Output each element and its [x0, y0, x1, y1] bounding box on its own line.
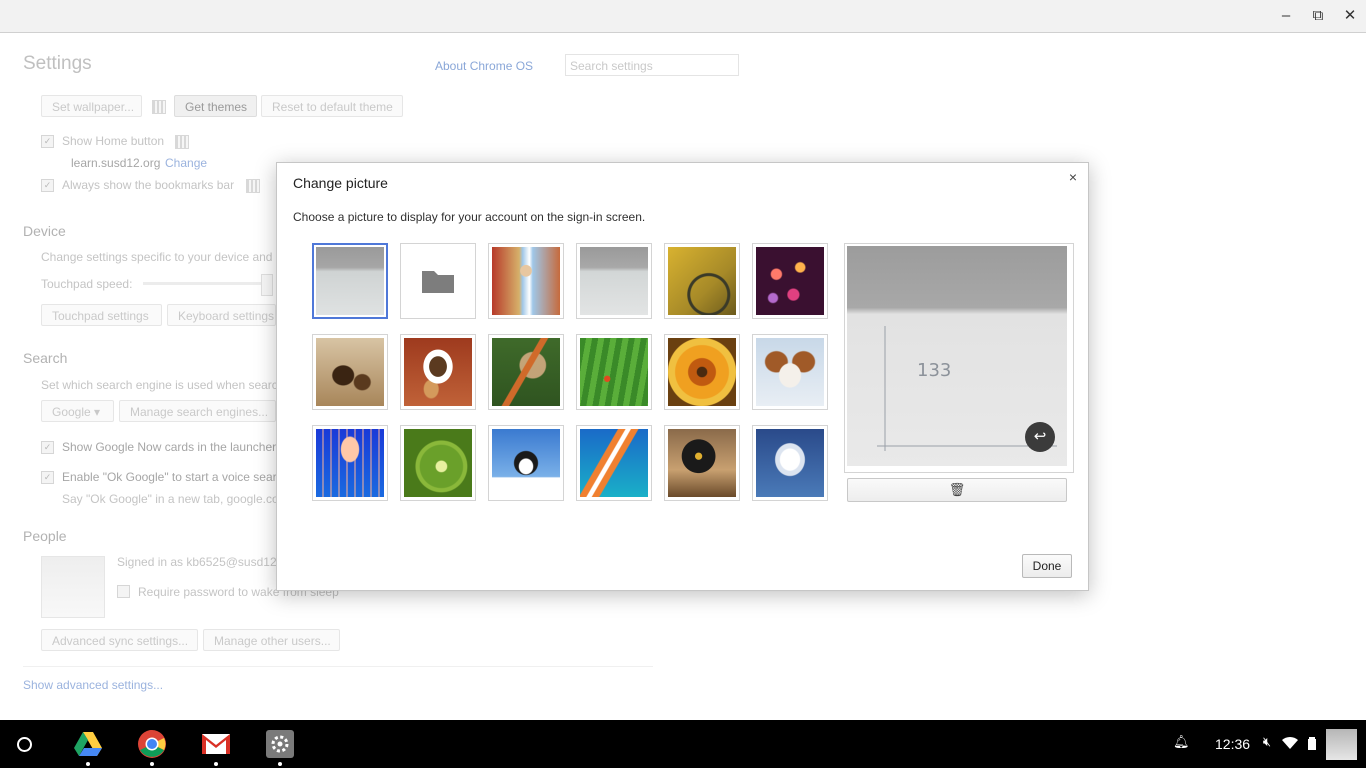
enterprise-policy-icon — [246, 179, 260, 193]
device-heading: Device — [23, 223, 66, 239]
picture-penguin[interactable] — [488, 425, 564, 501]
bookmarks-bar-label: Always show the bookmarks bar — [62, 178, 235, 192]
restore-icon[interactable]: ⧉ — [1308, 6, 1328, 26]
preview-image: 133 ↩ — [847, 246, 1067, 466]
manage-search-engines-button[interactable]: Manage search engines... — [119, 400, 276, 422]
gmail-icon[interactable] — [201, 729, 231, 759]
people-heading: People — [23, 528, 67, 544]
window-title-bar: – ⧉ ✕ — [0, 0, 1366, 33]
picture-bicycle[interactable] — [664, 243, 740, 319]
device-description: Change settings specific to your device … — [41, 250, 273, 264]
volume-muted-icon[interactable]: 🔇︎ — [1259, 734, 1275, 750]
home-change-link[interactable]: Change — [165, 156, 207, 170]
home-url: learn.susd12.org — [71, 156, 161, 170]
flip-photo-button[interactable]: ↩ — [1025, 422, 1055, 452]
search-heading: Search — [23, 350, 68, 366]
dialog-description: Choose a picture to display for your acc… — [293, 210, 646, 224]
picture-tropical-fish[interactable] — [576, 425, 652, 501]
trash-icon: 🗑 — [948, 482, 966, 497]
picture-orange-flower[interactable] — [664, 334, 740, 410]
signed-in-label: Signed in as kb6525@susd12 — [117, 555, 277, 569]
account-avatar[interactable] — [41, 556, 105, 618]
picture-old-photo[interactable] — [576, 243, 652, 319]
picture-preview: 133 ↩ — [844, 243, 1074, 473]
divider — [23, 666, 653, 667]
done-button[interactable]: Done — [1022, 554, 1072, 578]
google-drive-icon[interactable] — [73, 729, 103, 759]
picture-current-photo[interactable] — [312, 243, 388, 319]
minimize-icon[interactable]: – — [1276, 6, 1296, 26]
picture-bokeh-lights[interactable] — [752, 243, 828, 319]
clock[interactable]: 12:36 — [1215, 736, 1250, 752]
picture-white-flower[interactable] — [752, 425, 828, 501]
search-description: Set which search engine is used when sea… — [41, 378, 278, 392]
bookmarks-bar-checkbox[interactable]: ✓ — [41, 179, 54, 192]
running-indicator — [150, 762, 154, 766]
picture-choose-file[interactable] — [400, 243, 476, 319]
notification-bell-icon[interactable]: 🔔︎ — [1173, 734, 1190, 750]
keyboard-settings-button[interactable]: Keyboard settings — [167, 304, 276, 326]
get-themes-button[interactable]: Get themes — [174, 95, 257, 117]
dialog-title: Change picture — [293, 175, 388, 191]
search-engine-select[interactable]: Google ▾ — [41, 400, 114, 422]
enterprise-policy-icon — [152, 100, 166, 114]
page-title: Settings — [23, 53, 92, 74]
picture-chess-pieces[interactable] — [312, 334, 388, 410]
enterprise-policy-icon — [175, 135, 189, 149]
picture-soccer-player[interactable] — [488, 243, 564, 319]
touchpad-speed-label: Touchpad speed: — [41, 277, 133, 291]
running-indicator — [86, 762, 90, 766]
picture-jellyfish[interactable] — [312, 425, 388, 501]
picture-dragonfly[interactable] — [488, 334, 564, 410]
google-now-label: Show Google Now cards in the launcher — [62, 440, 277, 454]
search-engine-value: Google — [52, 405, 91, 419]
settings-app-icon[interactable] — [265, 729, 295, 759]
shelf: 🔔︎ 12:36 🔇︎ — [0, 720, 1366, 768]
reset-theme-button[interactable]: Reset to default theme — [261, 95, 403, 117]
touchpad-speed-slider[interactable] — [143, 282, 271, 285]
close-icon[interactable]: ✕ — [1340, 6, 1360, 26]
picture-puppy[interactable] — [752, 334, 828, 410]
picture-tree-frog[interactable] — [576, 334, 652, 410]
show-home-button-label: Show Home button — [62, 134, 165, 148]
about-chrome-os-link[interactable]: About Chrome OS — [435, 59, 533, 73]
picture-kiwi-slice[interactable] — [400, 425, 476, 501]
running-indicator — [278, 762, 282, 766]
show-advanced-settings-link[interactable]: Show advanced settings... — [23, 678, 163, 692]
running-indicator — [214, 762, 218, 766]
require-password-checkbox[interactable] — [117, 585, 130, 598]
chrome-icon[interactable] — [137, 729, 167, 759]
set-wallpaper-button[interactable]: Set wallpaper... — [41, 95, 142, 117]
advanced-sync-button[interactable]: Advanced sync settings... — [41, 629, 198, 651]
home-button-checkbox[interactable]: ✓ — [41, 135, 54, 148]
change-picture-dialog: Change picture × Choose a picture to dis… — [276, 162, 1089, 591]
touchpad-settings-button[interactable]: Touchpad settings — [41, 304, 162, 326]
picture-coffee-cup[interactable] — [400, 334, 476, 410]
battery-icon[interactable] — [1304, 735, 1320, 751]
picture-turntable[interactable] — [664, 425, 740, 501]
wifi-icon[interactable] — [1282, 736, 1298, 750]
touchpad-speed-knob[interactable] — [261, 274, 273, 296]
google-now-checkbox[interactable]: ✓ — [41, 441, 54, 454]
manage-other-users-button[interactable]: Manage other users... — [203, 629, 340, 651]
launcher-icon[interactable] — [17, 737, 32, 752]
close-icon[interactable]: × — [1065, 169, 1081, 185]
ok-google-checkbox[interactable]: ✓ — [41, 471, 54, 484]
ok-google-label: Enable "Ok Google" to start a voice sear… — [62, 470, 283, 484]
search-settings-input[interactable]: Search settings — [565, 54, 739, 76]
preview-handwriting: 133 — [917, 360, 951, 381]
ok-google-hint: Say "Ok Google" in a new tab, google.co — [62, 492, 279, 506]
folder-icon — [422, 271, 454, 293]
user-avatar[interactable] — [1326, 729, 1357, 760]
discard-photo-button[interactable]: 🗑 — [847, 478, 1067, 502]
